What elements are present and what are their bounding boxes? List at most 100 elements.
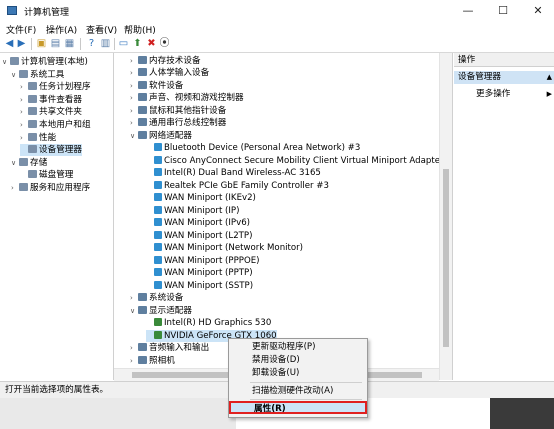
uninstall-icon[interactable]: ✖ (146, 38, 157, 49)
menu-action[interactable]: 操作(A) (46, 23, 77, 36)
maximize-button[interactable]: ☐ (490, 2, 516, 20)
tree-node-icon (19, 157, 28, 166)
collapse-arrow-icon[interactable]: ∨ (2, 56, 9, 68)
device-category-icon (138, 355, 147, 364)
device-tree-item[interactable]: WAN Miniport (IPv6) (146, 217, 250, 229)
nav-tree-item-label: 本地用户和组 (39, 120, 91, 130)
show-tree-icon[interactable]: ▤ (50, 38, 61, 49)
device-tree-item[interactable]: › 内存技术设备 (130, 55, 201, 67)
nav-tree-item[interactable]: 磁盘管理 (20, 169, 73, 181)
device-tree-item[interactable]: WAN Miniport (L2TP) (146, 230, 252, 242)
expand-arrow-icon[interactable]: › (11, 182, 18, 194)
menu-view[interactable]: 查看(V) (86, 23, 117, 36)
nav-tree-item[interactable]: ∨ 计算机管理(本地) (2, 56, 88, 68)
nav-tree-item[interactable]: › 任务计划程序 (20, 81, 91, 93)
ctx-scan-hardware[interactable]: 扫描检测硬件改动(A) (229, 385, 367, 398)
device-tree-item[interactable]: Intel(R) HD Graphics 530 (146, 317, 271, 329)
device-tree-item-label: Cisco AnyConnect Secure Mobility Client … (164, 155, 439, 166)
device-tree-item[interactable]: ∨ 网络适配器 (130, 130, 192, 142)
expand-arrow-icon[interactable]: › (130, 67, 137, 79)
expand-arrow-icon[interactable]: › (130, 105, 137, 117)
device-tree-item[interactable]: Cisco AnyConnect Secure Mobility Client … (146, 155, 439, 167)
forward-arrow-icon[interactable]: ▶ (16, 38, 27, 49)
device-tree-item-label: WAN Miniport (IPv6) (164, 218, 251, 229)
expand-arrow-icon[interactable]: › (130, 55, 137, 67)
minimize-button[interactable]: — (455, 2, 481, 20)
device-tree-item[interactable]: WAN Miniport (SSTP) (146, 280, 253, 292)
expand-arrow-icon[interactable]: › (130, 355, 137, 367)
device-tree-item[interactable]: WAN Miniport (PPPOE) (146, 255, 260, 267)
expand-arrow-icon[interactable]: › (20, 132, 27, 144)
ctx-update-driver[interactable]: 更新驱动程序(P) (229, 341, 367, 354)
nav-tree-item[interactable]: › 共享文件夹 (20, 106, 82, 118)
update-driver-icon[interactable]: ⬆ (132, 38, 143, 49)
close-button[interactable]: ✕ (525, 2, 551, 20)
expand-arrow-icon[interactable]: › (20, 119, 27, 131)
device-tree-item[interactable]: WAN Miniport (IKEv2) (146, 192, 256, 204)
collapse-arrow-icon[interactable]: ∨ (130, 305, 137, 317)
back-arrow-icon[interactable]: ◀ (4, 38, 15, 49)
expand-arrow-icon[interactable]: › (130, 80, 137, 92)
device-tree-item[interactable]: Realtek PCIe GbE Family Controller #3 (146, 180, 329, 192)
network-adapter-icon (154, 280, 162, 289)
nav-tree-item[interactable]: › 性能 (20, 132, 56, 144)
nav-tree-item[interactable]: › 事件查看器 (20, 94, 82, 106)
expand-arrow-icon[interactable]: › (20, 106, 27, 118)
device-tree-item[interactable]: WAN Miniport (PPTP) (146, 267, 253, 279)
device-tree-item[interactable]: › 软件设备 (130, 80, 183, 92)
expand-arrow-icon[interactable]: › (130, 292, 137, 304)
device-category-icon (138, 343, 147, 352)
ctx-properties[interactable]: 属性(R) (229, 401, 367, 414)
device-tree-item[interactable]: › 声音、视频和游戏控制器 (130, 92, 244, 104)
expand-arrow-icon[interactable]: › (130, 117, 137, 129)
device-tree-item[interactable]: ∨ 显示适配器 (130, 305, 192, 317)
menu-file[interactable]: 文件(F) (6, 23, 36, 36)
properties-icon[interactable]: ▥ (100, 38, 111, 49)
display-adapter-icon (154, 330, 162, 339)
device-tree-item[interactable]: › 系统设备 (130, 292, 183, 304)
device-tree-item[interactable]: › 照相机 (130, 355, 175, 367)
vertical-scroll-thumb[interactable] (443, 169, 449, 347)
tree-node-icon (28, 170, 37, 179)
collapse-arrow-icon[interactable]: ∨ (11, 157, 18, 169)
expand-arrow-icon[interactable]: › (130, 92, 137, 104)
nav-tree-item[interactable]: ∨ 存储 (11, 157, 47, 169)
list-view-icon[interactable]: ▦ (64, 38, 75, 49)
ctx-disable-device[interactable]: 禁用设备(D) (229, 354, 367, 367)
device-tree-item-label: 鼠标和其他指针设备 (149, 105, 227, 116)
device-tree-item-label: WAN Miniport (IKEv2) (164, 193, 256, 204)
expand-arrow-icon[interactable]: › (20, 81, 27, 93)
enable-device-icon[interactable]: ⦿ (159, 38, 170, 49)
actions-section-device-manager[interactable]: 设备管理器 ▲ (454, 71, 554, 84)
device-tree-item[interactable]: › 通用串行总线控制器 (130, 117, 226, 129)
device-tree-item-label: Realtek PCIe GbE Family Controller #3 (164, 180, 329, 191)
collapse-arrow-icon[interactable]: ∨ (130, 130, 137, 142)
device-tree-item[interactable]: Bluetooth Device (Personal Area Network)… (146, 142, 360, 154)
help-icon[interactable]: ? (86, 38, 97, 49)
nav-tree-item[interactable]: ∨ 系统工具 (11, 69, 64, 81)
expand-arrow-icon[interactable]: › (20, 94, 27, 106)
device-tree-item[interactable]: › 音频输入和输出 (130, 342, 209, 354)
collapse-icon[interactable]: ▲ (547, 71, 552, 84)
nav-tree-item[interactable]: 设备管理器 (20, 144, 82, 157)
device-tree-item[interactable]: › 鼠标和其他指针设备 (130, 105, 226, 117)
menu-help[interactable]: 帮助(H) (124, 23, 156, 36)
folder-up-icon[interactable]: ▣ (36, 38, 47, 49)
device-tree-item[interactable]: WAN Miniport (IP) (146, 205, 239, 217)
device-tree-item[interactable]: › 人体学输入设备 (130, 67, 209, 79)
device-category-icon (138, 68, 147, 77)
tree-node-icon (28, 94, 37, 103)
nav-tree-item-label: 存储 (30, 157, 48, 168)
more-actions-item[interactable]: 更多操作 ▶ (454, 88, 554, 101)
nav-tree-item[interactable]: › 服务和应用程序 (11, 182, 90, 194)
ctx-uninstall-device[interactable]: 卸载设备(U) (229, 367, 367, 380)
nav-tree-item[interactable]: › 本地用户和组 (20, 119, 91, 131)
vertical-scrollbar[interactable] (439, 53, 452, 380)
expand-arrow-icon[interactable]: › (130, 342, 137, 354)
monitor-icon[interactable]: ▭ (118, 38, 129, 49)
device-tree-item[interactable]: WAN Miniport (Network Monitor) (146, 242, 303, 254)
device-tree-item[interactable]: Intel(R) Dual Band Wireless-AC 3165 (146, 167, 321, 179)
collapse-arrow-icon[interactable]: ∨ (11, 69, 18, 81)
device-tree-item-label: 人体学输入设备 (149, 68, 210, 79)
nav-tree-item-label: 系统工具 (30, 69, 65, 80)
